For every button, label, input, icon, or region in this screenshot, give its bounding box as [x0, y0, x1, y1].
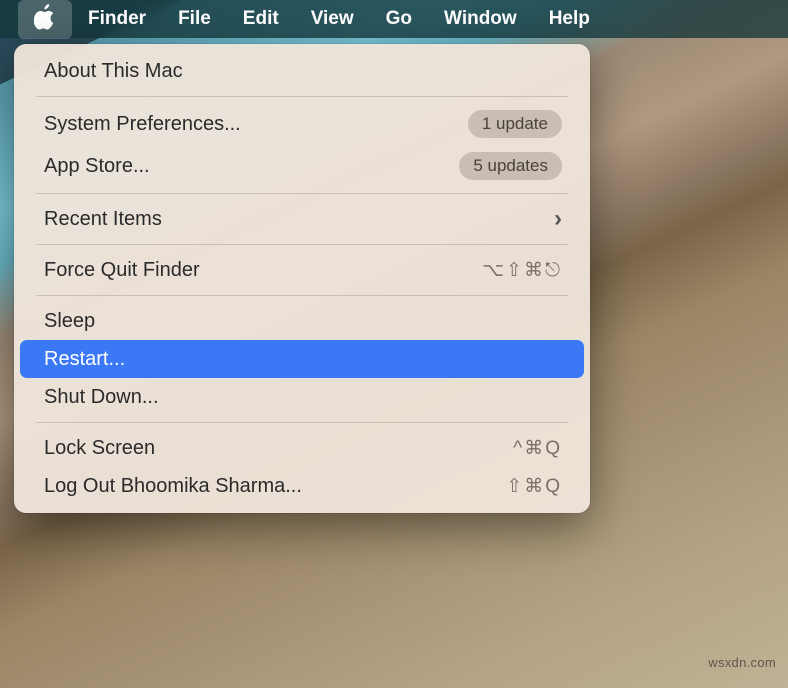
menu-item-sleep[interactable]: Sleep [20, 302, 584, 340]
keyboard-shortcut: ⌥⇧⌘⎋ [482, 259, 562, 282]
menu-bar: Finder File Edit View Go Window Help [0, 0, 788, 38]
menu-item-label: Lock Screen [44, 437, 155, 460]
menu-item-app-store[interactable]: App Store... 5 updates [20, 145, 584, 187]
menu-item-label: System Preferences... [44, 113, 241, 136]
menu-item-recent-items[interactable]: Recent Items › [20, 200, 584, 238]
menu-item-force-quit[interactable]: Force Quit Finder ⌥⇧⌘⎋ [20, 251, 584, 289]
apple-icon [34, 4, 56, 35]
menu-item-label: Recent Items [44, 208, 162, 231]
menubar-view[interactable]: View [295, 2, 370, 36]
menu-item-label: Log Out Bhoomika Sharma... [44, 475, 302, 498]
update-badge: 1 update [468, 110, 562, 138]
apple-menu-button[interactable] [18, 0, 72, 39]
menu-item-label: Sleep [44, 310, 95, 333]
keyboard-shortcut: ^⌘Q [513, 437, 562, 460]
menu-separator [36, 193, 568, 194]
menu-item-label: Shut Down... [44, 386, 159, 409]
menu-separator [36, 295, 568, 296]
menubar-go[interactable]: Go [370, 2, 428, 36]
watermark-text: wsxdn.com [708, 655, 776, 670]
menubar-edit[interactable]: Edit [227, 2, 295, 36]
menu-item-label: Restart... [44, 348, 125, 371]
update-badge: 5 updates [459, 152, 562, 180]
menu-item-label: About This Mac [44, 60, 183, 83]
chevron-right-icon: › [554, 207, 562, 231]
menu-item-about-this-mac[interactable]: About This Mac [20, 52, 584, 90]
menu-separator [36, 422, 568, 423]
menubar-help[interactable]: Help [533, 2, 606, 36]
menu-item-label: App Store... [44, 155, 150, 178]
menubar-file[interactable]: File [162, 2, 227, 36]
apple-dropdown-menu: About This Mac System Preferences... 1 u… [14, 44, 590, 513]
menu-item-label: Force Quit Finder [44, 259, 200, 282]
menubar-app-name[interactable]: Finder [72, 2, 162, 36]
menu-separator [36, 96, 568, 97]
menu-item-lock-screen[interactable]: Lock Screen ^⌘Q [20, 429, 584, 467]
menu-item-log-out[interactable]: Log Out Bhoomika Sharma... ⇧⌘Q [20, 467, 584, 505]
menu-separator [36, 244, 568, 245]
menu-item-shut-down[interactable]: Shut Down... [20, 378, 584, 416]
keyboard-shortcut: ⇧⌘Q [506, 475, 562, 498]
menu-item-restart[interactable]: Restart... [20, 340, 584, 378]
menubar-window[interactable]: Window [428, 2, 533, 36]
menu-item-system-preferences[interactable]: System Preferences... 1 update [20, 103, 584, 145]
